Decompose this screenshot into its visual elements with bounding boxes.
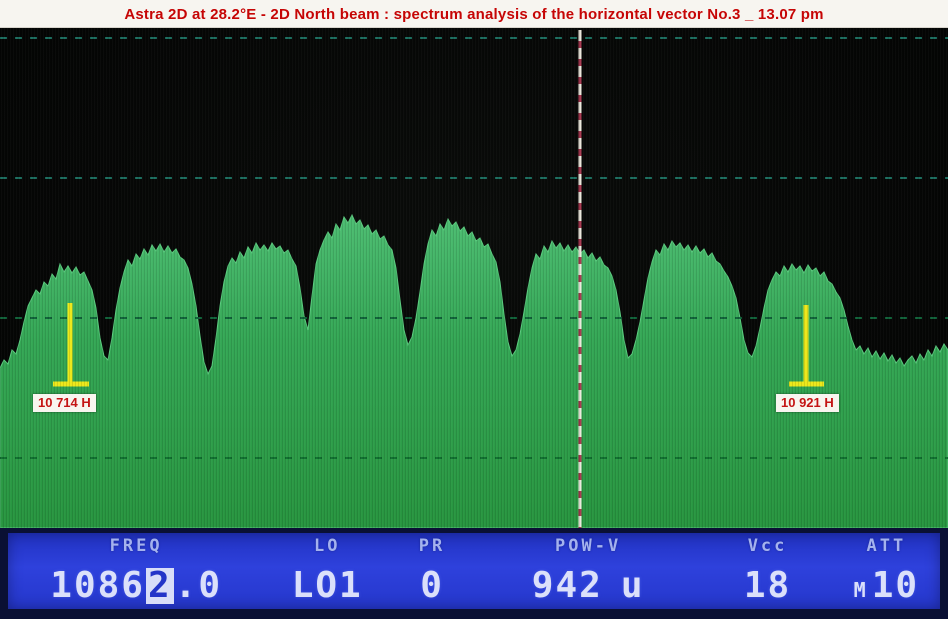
att-mode-prefix: M	[854, 580, 868, 600]
spectrum-display: 10 714 H 10 921 H	[0, 28, 948, 528]
att-value: M10	[854, 568, 919, 604]
freq-value-post: .0	[175, 568, 222, 604]
marker-label-left: 10 714 H	[33, 394, 96, 412]
freq-label: FREQ	[110, 536, 163, 556]
pr-label: PR	[419, 536, 445, 556]
field-pow-v: POW-V 942 u	[474, 533, 702, 609]
freq-digit-cursor: 2	[146, 568, 174, 604]
meter-screen: Astra 2D at 28.2°E - 2D North beam : spe…	[0, 0, 948, 619]
vcc-label: Vcc	[748, 536, 788, 556]
readout-panel-inner: FREQ 10862.0 LO LO1 PR 0 POW-V 942 u Vcc …	[8, 533, 940, 609]
pow-v-number: 942	[532, 568, 603, 604]
lo-value: LO1	[292, 568, 363, 604]
pr-value: 0	[420, 568, 444, 604]
field-freq: FREQ 10862.0	[8, 533, 264, 609]
pow-v-value: 942 u	[532, 568, 645, 604]
freq-value: 10862.0	[50, 568, 222, 604]
title-bar: Astra 2D at 28.2°E - 2D North beam : spe…	[0, 0, 948, 28]
spectrum-svg	[0, 28, 948, 528]
field-lo: LO LO1	[264, 533, 390, 609]
lo-label: LO	[314, 536, 340, 556]
att-label: ATT	[867, 536, 907, 556]
freq-value-pre: 1086	[50, 568, 145, 604]
pow-v-unit: u	[621, 568, 645, 604]
readout-panel: FREQ 10862.0 LO LO1 PR 0 POW-V 942 u Vcc …	[0, 528, 948, 619]
vcc-value: 18	[744, 568, 791, 604]
marker-label-right: 10 921 H	[776, 394, 839, 412]
pow-v-label: POW-V	[555, 536, 621, 556]
att-number: 10	[872, 568, 919, 604]
field-att: ATT M10	[833, 533, 940, 609]
page-title: Astra 2D at 28.2°E - 2D North beam : spe…	[124, 6, 823, 23]
field-pr: PR 0	[390, 533, 474, 609]
field-vcc: Vcc 18	[702, 533, 832, 609]
